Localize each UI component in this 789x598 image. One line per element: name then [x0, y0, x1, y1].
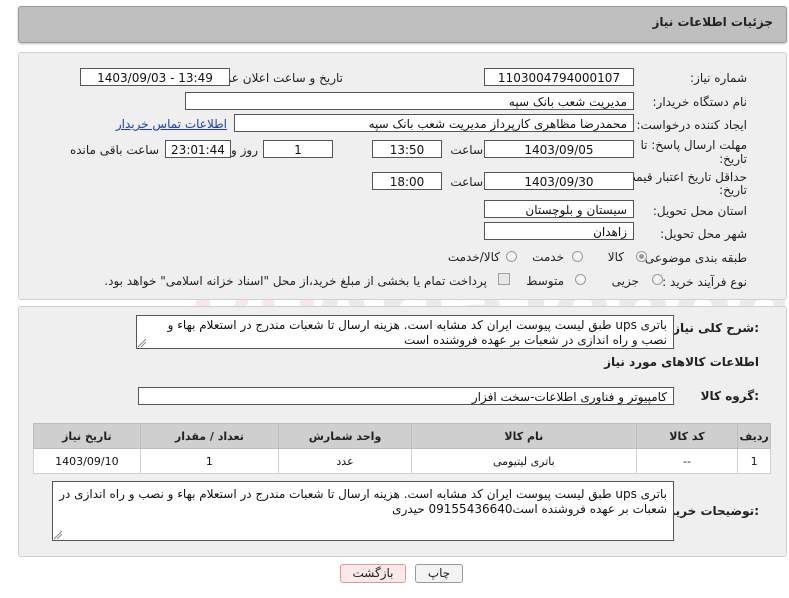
goods-group-label: گروه کالا:	[700, 389, 759, 403]
deadline-time-label: ساعت	[450, 143, 483, 157]
price-validity-time-field: 18:00	[372, 172, 442, 190]
process-option-medium: متوسط	[526, 274, 564, 288]
col-date-header: تاریخ نیاز	[33, 423, 141, 449]
col-unit-header: واحد شمارش	[277, 423, 413, 449]
need-number-label: شماره نیاز:	[690, 71, 747, 85]
back-button[interactable]: بازگشت	[340, 564, 406, 583]
deadline-days-label: روز و	[231, 143, 258, 157]
province-field: سیستان و بلوچستان	[484, 200, 634, 218]
cell-name: باتری لیتیومی	[411, 448, 637, 474]
category-radio-service[interactable]	[572, 251, 583, 262]
deadline-days-field: 1	[263, 140, 333, 158]
col-name-header: نام کالا	[411, 423, 637, 449]
purchase-process-label: نوع فرآیند خرید :	[662, 275, 747, 289]
cell-unit: عدد	[277, 448, 413, 474]
cell-row: 1	[737, 448, 771, 474]
process-radio-medium[interactable]	[575, 274, 586, 285]
cell-qty: 1	[139, 448, 279, 474]
cell-date: 1403/09/10	[33, 448, 141, 474]
resize-grip-icon[interactable]	[54, 531, 62, 539]
requester-label: ایجاد کننده درخواست:	[636, 118, 747, 132]
description-textarea: باتری ups طبق لیست پیوست ایران کد مشابه …	[136, 315, 674, 349]
price-validity-label-line2: تاریخ:	[719, 183, 747, 197]
col-code-header: کد کالا	[635, 423, 739, 449]
province-label: استان محل تحویل:	[652, 204, 747, 218]
buyer-notes-textarea: باتری ups طبق لیست پیوست ایران کد مشابه …	[52, 481, 674, 541]
cell-code: --	[635, 448, 739, 474]
remaining-time-field: 23:01:44	[165, 140, 231, 158]
category-label: طبقه بندی موضوعی:	[640, 251, 747, 265]
city-field: زاهدان	[484, 222, 634, 240]
goods-table: ردیف کد کالا نام کالا واحد شمارش تعداد /…	[33, 423, 771, 474]
print-button[interactable]: چاپ	[415, 564, 463, 583]
resize-grip-icon[interactable]	[138, 339, 146, 347]
buyer-org-field: مدیریت شعب بانک سپه	[185, 92, 634, 110]
col-row-header: ردیف	[737, 423, 771, 449]
category-option-goods: کالا	[607, 250, 624, 264]
category-radio-goods-service[interactable]	[506, 251, 517, 262]
table-header-row: ردیف کد کالا نام کالا واحد شمارش تعداد /…	[33, 423, 771, 449]
price-validity-date-field: 1403/09/30	[484, 172, 634, 190]
deadline-label-line1: مهلت ارسال پاسخ: تا	[640, 138, 747, 152]
buyer-notes-text: باتری ups طبق لیست پیوست ایران کد مشابه …	[59, 487, 667, 516]
table-row: 1 -- باتری لیتیومی عدد 1 1403/09/10	[33, 448, 771, 474]
remaining-time-label: ساعت باقی مانده	[69, 143, 159, 157]
process-radio-minor[interactable]	[652, 274, 663, 285]
description-label: شرح کلی نیاز:	[673, 321, 759, 335]
deadline-date-field: 1403/09/05	[484, 140, 634, 158]
treasury-bonds-label: پرداخت تمام یا بخشی از مبلغ خرید،از محل …	[104, 274, 487, 288]
buyer-contact-link[interactable]: اطلاعات تماس خریدار	[116, 117, 227, 131]
need-number-field: 1103004794000107	[484, 68, 634, 86]
process-option-minor: جزیی	[611, 274, 639, 288]
goods-section-title: اطلاعات کالاهای مورد نیاز	[604, 355, 759, 369]
description-text: باتری ups طبق لیست پیوست ایران کد مشابه …	[167, 318, 667, 347]
category-radio-goods[interactable]	[636, 251, 647, 262]
page-title: جزئیات اطلاعات نیاز	[652, 15, 773, 29]
treasury-bonds-checkbox[interactable]	[498, 273, 510, 285]
category-option-goods-service: کالا/خدمت	[447, 250, 500, 264]
deadline-time-field: 13:50	[372, 140, 442, 158]
city-label: شهر محل تحویل:	[660, 227, 747, 241]
announce-datetime-field: 1403/09/03 - 13:49	[80, 68, 230, 86]
buyer-org-label: نام دستگاه خریدار:	[652, 95, 748, 109]
deadline-label-line2: تاریخ:	[719, 152, 747, 166]
price-validity-time-label: ساعت	[450, 175, 483, 189]
category-option-service: خدمت	[532, 250, 564, 264]
goods-group-field: کامپیوتر و فناوری اطلاعات-سخت افزار	[138, 387, 674, 405]
requester-field: محمدرضا مظاهری کارپرداز مدیریت شعب بانک …	[234, 114, 634, 132]
col-qty-header: تعداد / مقدار	[139, 423, 279, 449]
